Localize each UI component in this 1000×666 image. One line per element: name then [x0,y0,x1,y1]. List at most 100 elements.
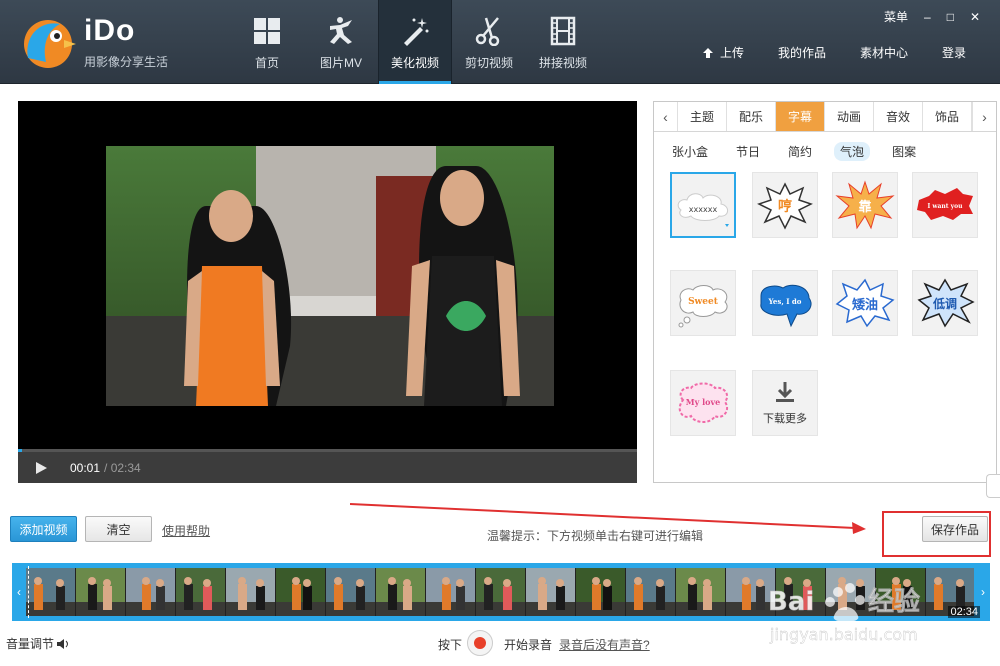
timeline-thumbnail[interactable] [176,568,226,616]
category-festival[interactable]: 节日 [730,142,766,161]
download-more-button[interactable]: 下载更多 [752,370,818,436]
total-time: / 02:34 [104,460,141,475]
timeline-thumbnail[interactable] [76,568,126,616]
record-button[interactable] [467,630,493,656]
effects-tabs: ‹ 主题 配乐 字幕 动画 音效 饰品 › [654,102,996,132]
nav-beautify-video[interactable]: 美化视频 [378,0,452,84]
nav-cut-video[interactable]: 剪切视频 [452,0,526,84]
category-zhangxiaohe[interactable]: 张小盒 [666,142,714,161]
timeline-thumbnail[interactable] [576,568,626,616]
timeline-thumbnail[interactable] [376,568,426,616]
tab-animation[interactable]: 动画 [825,102,874,131]
sticker-cloud-bubble[interactable]: xxxxxx [670,172,736,238]
category-simple[interactable]: 简约 [782,142,818,161]
home-grid-icon [254,18,280,44]
sticker-text: 矮油 [852,297,878,313]
sticker-blue-splash[interactable]: Yes, I do [752,270,818,336]
sticker-text: Sweet [688,297,719,307]
scissors-icon [475,17,500,46]
category-pattern[interactable]: 图案 [886,142,922,161]
sticker-thought[interactable]: Sweet [670,270,736,336]
dancer-icon [330,17,352,44]
nav-label: 美化视频 [390,56,439,70]
thumbnail-frame-icon [76,568,125,616]
svg-text:jingyan.baidu.com: jingyan.baidu.com [769,625,918,644]
sticker-text: My love [686,397,720,407]
sticker-text: 哼 [778,198,792,215]
subtitle-categories: 张小盒 节日 简约 气泡 图案 [666,142,922,161]
nav-home[interactable]: 首页 [230,0,304,84]
nav-label: 剪切视频 [464,56,513,70]
sticker-text: I want you [927,203,963,210]
sticker-burst-orange[interactable]: 哼 [752,172,818,238]
close-button[interactable]: ✕ [970,10,980,24]
timeline-thumbnail[interactable] [276,568,326,616]
side-tab-handle[interactable] [986,474,1000,498]
timeline-prev-arrow-icon[interactable]: ‹ [12,563,26,621]
sticker-pink-flower[interactable]: My love [670,370,736,436]
sticker-jagged-blue[interactable]: 低调 [912,270,978,336]
no-sound-help-link[interactable]: 录音后没有声音? [559,636,650,653]
film-strip-icon [550,16,576,46]
volume-control[interactable]: 音量调节 [6,635,70,652]
upload-link[interactable]: 上传 [702,44,744,61]
thought-bubble-icon: Sweet [678,285,728,328]
cloud-bubble-icon: xxxxxx [677,193,729,227]
timeline-thumbnail[interactable] [526,568,576,616]
clear-button[interactable]: 清空 [85,516,152,542]
volume-label: 音量调节 [6,637,55,651]
tab-music[interactable]: 配乐 [727,102,776,131]
tab-theme[interactable]: 主题 [678,102,727,131]
upload-label: 上传 [719,46,744,60]
sticker-explosion[interactable]: 靠 [832,172,898,238]
timeline-playhead[interactable] [28,566,30,618]
tab-accessory[interactable]: 饰品 [923,102,972,131]
nav-photo-mv[interactable]: 图片MV [304,0,378,84]
menu-button[interactable]: 菜单 [884,8,908,25]
sticker-text: Yes, I do [768,297,802,306]
download-more-label: 下载更多 [763,413,807,425]
baidu-jingyan-watermark-icon: Bai 经验 jingyan.baidu.com [768,583,920,644]
help-link[interactable]: 使用帮助 [162,522,210,539]
press-label: 按下 [438,638,463,652]
sticker-red-splash[interactable]: I want you [912,172,978,238]
nav-label: 图片MV [319,56,362,70]
timeline-thumbnail[interactable] [626,568,676,616]
timeline-thumbnail[interactable] [226,568,276,616]
thumbnail-frame-icon [576,568,625,616]
minimize-button[interactable]: – [924,10,931,24]
thumbnail-frame-icon [676,568,725,616]
play-icon[interactable] [34,461,48,475]
video-preview[interactable] [18,101,637,483]
my-works-link[interactable]: 我的作品 [778,44,826,61]
sticker-spiky-blue[interactable]: 矮油 [832,270,898,336]
timeline-thumbnail[interactable] [476,568,526,616]
add-video-button[interactable]: 添加视频 [10,516,77,542]
video-frame-image [106,146,554,406]
top-links: 上传 我的作品 素材中心 登录 [702,44,1000,61]
speaker-icon [57,638,69,649]
effects-panel: ‹ 主题 配乐 字幕 动画 音效 饰品 › 张小盒 节日 简约 气泡 图案 xx… [653,101,997,483]
tab-sound-effect[interactable]: 音效 [874,102,923,131]
login-link[interactable]: 登录 [942,44,966,61]
nav-join-video[interactable]: 拼接视频 [526,0,600,84]
thumbnail-frame-icon [176,568,225,616]
timeline-thumbnail[interactable] [326,568,376,616]
app-header: iDo 用影像分享生活 首页 图片MV 美化视频 剪切视频 拼接视频 菜单 – … [0,0,1000,84]
tabs-prev-arrow-icon[interactable]: ‹ [654,102,678,131]
category-bubble[interactable]: 气泡 [834,142,871,161]
upload-arrow-icon [702,47,713,58]
timeline-thumbnail[interactable] [426,568,476,616]
save-work-button[interactable]: 保存作品 [922,516,988,542]
timeline-thumbnail[interactable] [26,568,76,616]
svg-text:经验: 经验 [868,586,920,617]
tabs-next-arrow-icon[interactable]: › [972,102,996,131]
brand-name: iDo [84,14,136,47]
explosion-bubble-icon: 靠 [835,180,895,230]
sticker-text: 低调 [932,296,957,311]
tab-subtitle[interactable]: 字幕 [776,102,825,131]
timeline-thumbnail[interactable] [126,568,176,616]
materials-link[interactable]: 素材中心 [860,44,908,61]
maximize-button[interactable]: □ [947,10,954,24]
timeline-thumbnail[interactable] [676,568,726,616]
